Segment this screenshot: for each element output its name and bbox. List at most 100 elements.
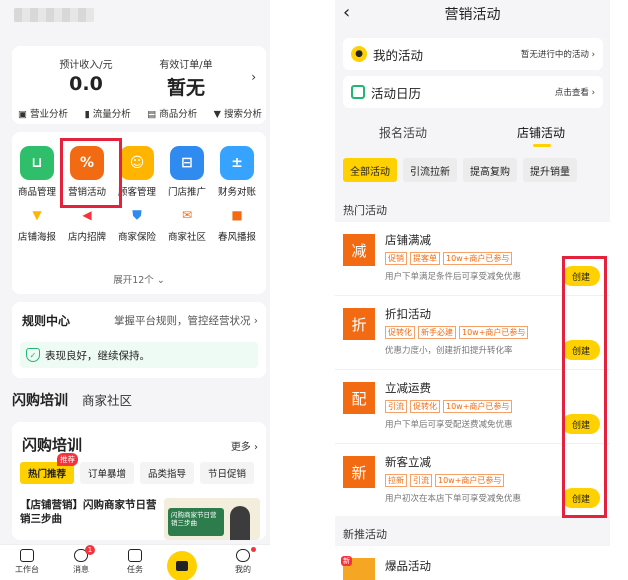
expected-income-label: 预计收入/元 bbox=[59, 60, 113, 71]
rules-title: 规则中心 bbox=[22, 314, 71, 328]
rules-status-text: 表现良好，继续保持。 bbox=[45, 349, 150, 362]
my-activity-row[interactable]: ● 我的活动 暂无进行中的活动 › bbox=[343, 38, 603, 70]
activity-name: 立减运费 bbox=[385, 381, 431, 395]
message-count-badge: 1 bbox=[85, 545, 95, 555]
activity-name: 折扣活动 bbox=[385, 307, 431, 321]
rules-center-card[interactable]: 规则中心 掌握平台规则，管控经营状况 › ✓ 表现良好，继续保持。 bbox=[12, 302, 266, 378]
task-icon bbox=[128, 549, 142, 562]
status-bar bbox=[0, 0, 270, 36]
valid-orders-label: 有效订单/单 bbox=[159, 60, 213, 71]
tab-mine[interactable]: 我的 bbox=[221, 545, 265, 575]
tab-signup-activity[interactable]: 报名活动 bbox=[379, 124, 427, 141]
notification-dot bbox=[251, 547, 256, 552]
chevron-down-icon: ⌄ bbox=[156, 275, 165, 286]
merchant-home-panel: 预计收入/元 0.0 有效订单/单 暂无 › ▣ 营业分析 ▮ 流量分析 ▤ 商… bbox=[0, 0, 270, 580]
activity-icon: 减 bbox=[343, 234, 375, 266]
training-card: 闪购培训 更多 › 热门推荐 推荐 订单暴增 品类指导 节日促销 【店铺营销】闪购… bbox=[12, 422, 266, 540]
tool-finance-reconcile[interactable]: ± 财务对账 bbox=[212, 146, 262, 198]
training-article-title[interactable]: 【店铺营销】闪购商家节日营销三步曲 bbox=[20, 498, 160, 526]
rules-subtitle: 掌握平台规则，管控经营状况 › bbox=[113, 315, 258, 327]
activity-desc: 优惠力度小，创建折扣提升转化率 bbox=[385, 346, 513, 356]
valid-orders: 有效订单/单 暂无 bbox=[136, 56, 236, 100]
activity-desc: 用户下单满足条件后可享受减免优惠 bbox=[385, 272, 522, 282]
analysis-links: ▣ 营业分析 ▮ 流量分析 ▤ 商品分析 ▼ 搜索分析 bbox=[18, 106, 262, 120]
filter-all[interactable]: 全部活动 bbox=[343, 158, 397, 182]
new-activity-item[interactable]: 新 爆品活动 bbox=[335, 546, 610, 580]
activity-calendar-row[interactable]: 活动日历 点击查看 › bbox=[343, 76, 603, 108]
chip-holiday-promo[interactable]: 节日促销 bbox=[200, 462, 255, 484]
center-icon bbox=[167, 551, 197, 580]
chip-order-surge[interactable]: 订单暴增 bbox=[80, 462, 135, 484]
activity-tabs: 报名活动 店铺活动 bbox=[335, 122, 610, 147]
tab-flash-training[interactable]: 闪购培训 bbox=[12, 390, 70, 412]
chevron-right-icon[interactable]: › bbox=[251, 70, 256, 84]
calendar-icon bbox=[351, 85, 365, 99]
blurred-store-name bbox=[14, 8, 94, 22]
chip-hot[interactable]: 热门推荐 推荐 bbox=[20, 453, 79, 484]
tool-product-management[interactable]: ⊔ 商品管理 bbox=[12, 146, 62, 198]
highlight-marketing-box bbox=[60, 138, 122, 208]
tool-spring-broadcast[interactable]: ■ 春风播报 bbox=[212, 206, 262, 243]
filter-sales[interactable]: 提升销量 bbox=[523, 158, 577, 182]
tab-tasks[interactable]: 任务 bbox=[113, 545, 157, 575]
expected-income: 预计收入/元 0.0 bbox=[36, 56, 136, 95]
tool-store-promotion[interactable]: ⊟ 门店推广 bbox=[162, 146, 212, 198]
mail-icon: ✉ bbox=[181, 208, 193, 222]
income-card[interactable]: 预计收入/元 0.0 有效订单/单 暂无 › ▣ 营业分析 ▮ 流量分析 ▤ 商… bbox=[12, 46, 266, 124]
training-article-thumbnail[interactable]: 闪购商家节日营销三步曲 bbox=[164, 498, 260, 540]
tab-messages[interactable]: 1 消息 bbox=[59, 545, 103, 575]
tools-row-primary: ⊔ 商品管理 % 营销活动 ☺ 顾客管理 ⊟ 门店推广 ± 财务对账 bbox=[12, 146, 266, 198]
expand-tools-button[interactable]: 展开12个 ⌄ bbox=[12, 272, 266, 286]
product-analysis-link[interactable]: ▤ 商品分析 bbox=[147, 106, 197, 120]
tool-store-poster[interactable]: ▼ 店铺海报 bbox=[12, 206, 62, 243]
activity-icon: 配 bbox=[343, 382, 375, 414]
filter-acquire-new[interactable]: 引流拉新 bbox=[403, 158, 457, 182]
training-chips: 热门推荐 推荐 订单暴增 品类指导 节日促销 bbox=[20, 453, 255, 484]
highlight-create-buttons-box bbox=[562, 256, 607, 518]
activity-tags: 促销 提客单 10w+商户已参与 bbox=[385, 252, 513, 265]
tool-merchant-community[interactable]: ✉ 商家社区 bbox=[162, 206, 212, 243]
activity-name: 店铺满减 bbox=[385, 233, 431, 247]
page-title: 营销活动 bbox=[444, 7, 501, 23]
hot-activities-heading: 热门活动 bbox=[343, 204, 387, 217]
tools-card: ⊔ 商品管理 % 营销活动 ☺ 顾客管理 ⊟ 门店推广 ± 财务对账 ▼ 店铺海报 ◀ 店内招… bbox=[12, 132, 266, 294]
basket-icon: ⊟ bbox=[170, 146, 204, 180]
chip-category-guide[interactable]: 品类指导 bbox=[140, 462, 195, 484]
activity-desc: 用户初次在本店下单可享受减免优惠 bbox=[385, 494, 522, 504]
user-icon bbox=[236, 549, 250, 562]
business-analysis-link[interactable]: ▣ 营业分析 bbox=[18, 106, 68, 120]
page-tabs: 闪购培训 商家社区 bbox=[12, 390, 132, 412]
thumbnail-caption: 闪购商家节日营销三步曲 bbox=[168, 508, 224, 536]
smile-icon: ☺ bbox=[120, 146, 154, 180]
nav-bar: ‹ 营销活动 bbox=[335, 0, 610, 28]
traffic-analysis-link[interactable]: ▮ 流量分析 bbox=[84, 106, 130, 120]
tab-store-activity[interactable]: 店铺活动 bbox=[517, 124, 565, 141]
activity-desc: 用户下单后可享受配送费减免优惠 bbox=[385, 420, 513, 430]
valid-orders-value: 暂无 bbox=[166, 77, 205, 99]
bottom-tab-bar: 工作台 1 消息 任务 我的 bbox=[0, 544, 270, 580]
activity-tags: 拉新 引流 10w+商户已参与 bbox=[385, 474, 505, 487]
brush-icon: ▼ bbox=[32, 208, 42, 222]
activity-name: 新客立减 bbox=[385, 455, 431, 469]
tab-merchant-community[interactable]: 商家社区 bbox=[82, 390, 132, 409]
activity-tags: 促转化 新手必建 10w+商户已参与 bbox=[385, 326, 529, 339]
workbench-icon bbox=[20, 549, 34, 562]
tab-workbench[interactable]: 工作台 bbox=[5, 545, 49, 575]
shield-check-icon: ✓ bbox=[26, 348, 40, 362]
spring-icon: ■ bbox=[231, 208, 243, 222]
shield-check-icon: ⛊ bbox=[132, 207, 142, 222]
calendar-hint: 点击查看 › bbox=[554, 88, 595, 98]
activity-icon: 新 bbox=[343, 456, 375, 488]
user-circle-icon: ● bbox=[351, 46, 367, 62]
recommend-badge: 推荐 bbox=[57, 453, 79, 466]
filter-repurchase[interactable]: 提高复购 bbox=[463, 158, 517, 182]
tool-merchant-insurance[interactable]: ⛊ 商家保险 bbox=[112, 206, 162, 244]
tool-store-sign[interactable]: ◀ 店内招牌 bbox=[62, 206, 112, 243]
tab-center[interactable] bbox=[167, 545, 211, 580]
calculator-icon: ± bbox=[220, 146, 254, 180]
search-analysis-link[interactable]: ▼ 搜索分析 bbox=[214, 106, 262, 120]
training-more-link[interactable]: 更多 › bbox=[231, 438, 258, 453]
rules-status-bar: ✓ 表现良好，继续保持。 bbox=[20, 342, 258, 368]
filter-chips: 全部活动 引流拉新 提高复购 提升销量 bbox=[343, 158, 577, 182]
my-activity-hint: 暂无进行中的活动 › bbox=[520, 50, 595, 60]
